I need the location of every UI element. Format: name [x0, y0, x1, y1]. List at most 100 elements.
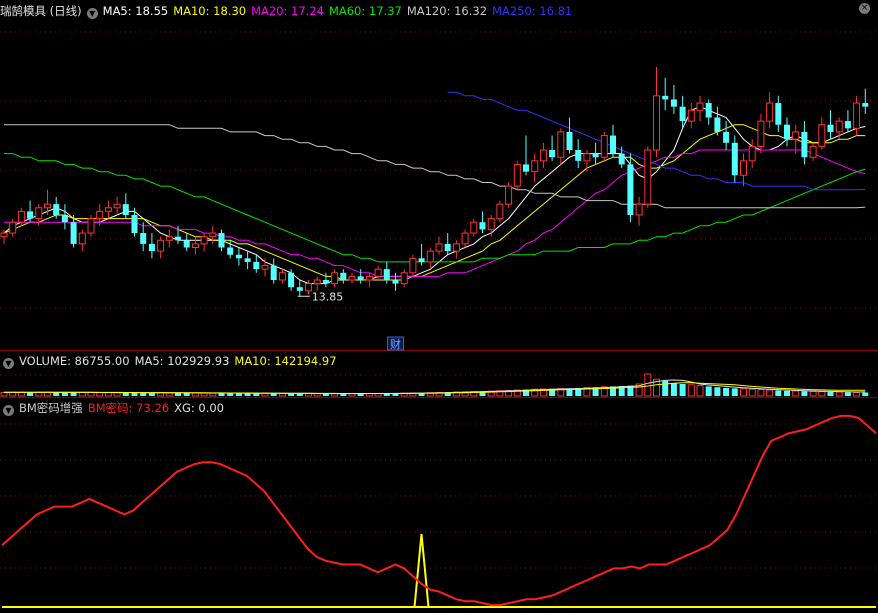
volume-bar: [801, 391, 808, 396]
candle-body: [610, 135, 616, 154]
candle-body: [35, 207, 43, 220]
bm-line: [1, 414, 877, 607]
candle-body: [784, 124, 790, 140]
candle-body: [740, 160, 747, 176]
candle-body: [723, 131, 730, 143]
candle-body: [331, 272, 339, 285]
volume-bar: [670, 383, 677, 396]
candle-body: [444, 243, 451, 252]
candle-body: [157, 239, 165, 252]
volume-bar: [827, 391, 834, 396]
candle-body: [539, 149, 547, 162]
volume-bar: [122, 392, 129, 396]
ma-line-ma5: [3, 106, 866, 285]
volume-bar: [78, 391, 86, 397]
candle-body: [374, 268, 382, 277]
candle-body: [383, 269, 390, 280]
volume-bar: [705, 386, 712, 396]
candle-body: [853, 102, 861, 129]
volume-bar: [714, 387, 721, 396]
volume-bar: [853, 391, 861, 397]
volume-bar: [740, 388, 747, 397]
candle-body: [844, 121, 851, 129]
candle-body: [53, 204, 60, 215]
candle-body: [653, 95, 660, 151]
candle-body: [670, 99, 677, 107]
candle-body: [365, 275, 373, 281]
candle-body: [200, 236, 208, 245]
candle-body: [70, 222, 77, 244]
candle-body: [549, 150, 556, 158]
candle-body: [253, 261, 260, 270]
candle-body: [627, 164, 634, 215]
candle-body: [731, 142, 738, 176]
candle-body: [9, 221, 17, 234]
volume-bar: [148, 392, 155, 396]
volume-bar: [696, 385, 704, 397]
volume-bar: [96, 392, 104, 397]
candle-body: [409, 257, 417, 274]
candle-body: [357, 276, 364, 280]
volume-bar: [775, 390, 782, 396]
candle-body: [575, 150, 582, 161]
event-badge: 财: [390, 337, 401, 351]
candle-body: [426, 250, 434, 263]
candle-body: [679, 106, 686, 122]
volume-bar: [792, 390, 800, 397]
candle-body: [418, 258, 425, 262]
volume-bar: [191, 392, 199, 397]
candle-body: [296, 287, 303, 291]
volume-bar: [218, 393, 225, 396]
volume-bar: [157, 392, 165, 397]
candle-body: [305, 283, 312, 292]
chart-canvas[interactable]: 13.85 财: [0, 0, 878, 613]
candle-body: [470, 221, 478, 234]
candle-body: [27, 211, 34, 219]
candle-body: [818, 124, 826, 147]
candle-body: [644, 149, 652, 205]
candle-body: [165, 236, 173, 241]
candle-body: [792, 131, 800, 140]
candle-body: [148, 243, 155, 252]
candle-body: [714, 117, 721, 132]
volume-bar: [723, 388, 730, 396]
candle-body: [131, 215, 138, 234]
candle-body: [96, 210, 104, 220]
volume-bar: [644, 373, 652, 397]
candle-body: [209, 232, 217, 238]
candle-body: [278, 272, 286, 281]
candle-body: [461, 232, 469, 245]
volume-bar: [862, 392, 869, 396]
candle-body: [862, 103, 869, 107]
volume-bar: [175, 392, 181, 396]
candle-body: [618, 153, 625, 165]
candle-body: [227, 247, 234, 255]
candle-body: [122, 204, 129, 215]
candle-body: [452, 243, 460, 252]
candle-body: [44, 203, 51, 209]
candle-body: [801, 131, 808, 158]
volume-bar: [131, 392, 138, 396]
candle-body: [175, 236, 181, 241]
candle-body: [61, 215, 68, 223]
candle-body: [600, 135, 608, 158]
volume-bar: [757, 389, 765, 397]
candle-body: [775, 103, 782, 125]
candle-body: [835, 120, 843, 133]
candle-body: [113, 203, 121, 209]
volume-bar: [731, 388, 738, 396]
candle-body: [583, 153, 591, 162]
volume-bar: [113, 392, 121, 397]
candle-body: [435, 243, 443, 252]
volume-bar: [165, 392, 173, 397]
candle-body: [687, 109, 695, 122]
volume-bar: [209, 392, 217, 397]
candle-body: [592, 153, 599, 158]
xg-signal-spike: [413, 533, 430, 608]
candle-body: [218, 233, 225, 248]
candle-body: [244, 258, 251, 262]
candle-body: [809, 145, 817, 158]
candle-body: [523, 164, 529, 172]
candle-body: [827, 124, 834, 132]
candle-body: [235, 254, 242, 259]
